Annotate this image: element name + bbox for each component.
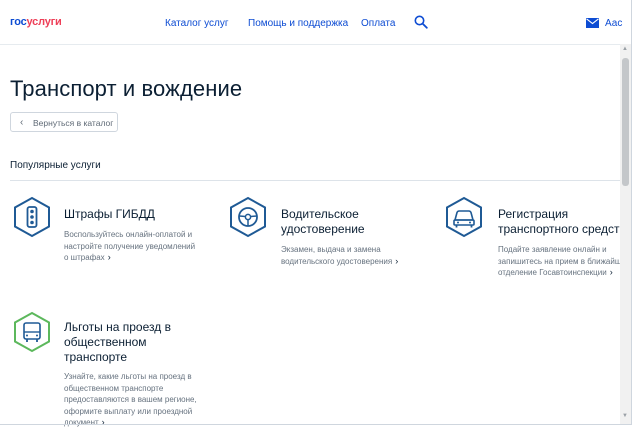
page-frame-border: [0, 0, 632, 425]
browser-page: госуслуги Каталог услуг Помощь и поддерж…: [0, 0, 636, 440]
